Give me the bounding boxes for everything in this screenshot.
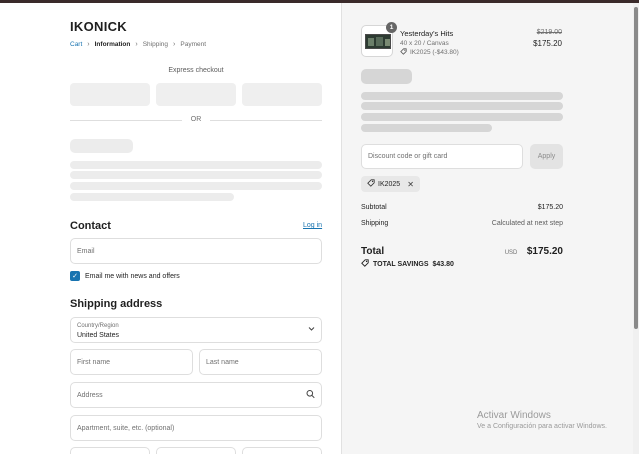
loading-skeleton-line	[70, 171, 322, 179]
loading-skeleton-line	[361, 92, 563, 100]
chevron-down-icon	[308, 327, 315, 334]
savings-value: $43.80	[432, 260, 454, 268]
loading-skeleton-line	[70, 161, 322, 169]
shipping-label: Shipping	[361, 220, 389, 227]
subtotal-value: $175.20	[537, 204, 563, 211]
first-name-placeholder: First name	[77, 358, 111, 366]
chevron-right-icon: ›	[135, 41, 138, 48]
breadcrumb-information: Information	[94, 41, 131, 48]
loading-skeleton-line	[70, 193, 234, 201]
last-name-field[interactable]: Last name	[199, 349, 322, 375]
loading-skeleton-heading	[361, 69, 412, 84]
scrollbar-thumb[interactable]	[634, 7, 638, 329]
country-value: United States	[77, 332, 120, 339]
loading-skeleton-line	[70, 182, 322, 190]
product-discount: IK2025 (-$43.80)	[400, 48, 459, 57]
country-label: Country/Region	[77, 323, 119, 329]
express-pay-button-3[interactable]	[242, 83, 322, 106]
breadcrumb-cart[interactable]: Cart	[70, 41, 82, 48]
shipping-value: Calculated at next step	[491, 220, 563, 227]
total-value: $175.20	[526, 246, 563, 257]
product-final-price: $175.20	[533, 39, 562, 48]
loading-skeleton-line	[361, 102, 563, 110]
quantity-badge: 1	[386, 22, 397, 33]
total-savings: TOTAL SAVINGS $43.80	[361, 259, 454, 269]
or-divider: OR	[70, 116, 322, 126]
apartment-field[interactable]: Apartment, suite, etc. (optional)	[70, 415, 322, 441]
newsletter-label: Email me with news and offers	[85, 272, 180, 280]
express-pay-button-2[interactable]	[156, 83, 236, 106]
product-image	[365, 34, 391, 49]
tag-icon	[367, 179, 375, 189]
remove-code-icon[interactable]: ✕	[407, 180, 414, 189]
login-link[interactable]: Log in	[303, 222, 322, 229]
subtotal-label: Subtotal	[361, 204, 387, 211]
shipping-address-title: Shipping address	[70, 298, 163, 310]
total-label: Total	[361, 246, 385, 257]
contact-title: Contact	[70, 220, 111, 232]
zip-field[interactable]	[242, 447, 322, 454]
divider-line	[210, 120, 322, 121]
tag-icon	[361, 259, 369, 269]
checkout-form-panel: IKONICK Cart › Information › Shipping › …	[0, 3, 341, 454]
shipping-row: Shipping Calculated at next step	[361, 220, 563, 227]
country-select[interactable]: Country/Region United States	[70, 317, 322, 343]
applied-code-text: IK2025	[378, 180, 401, 188]
brand-logo[interactable]: IKONICK	[70, 19, 127, 34]
product-variant: 40 x 20 / Canvas	[400, 40, 449, 47]
watermark-title: Activar Windows	[477, 410, 551, 421]
product-original-price: $219.00	[536, 29, 562, 36]
state-field[interactable]	[156, 447, 236, 454]
email-field[interactable]: Email	[70, 238, 322, 264]
chevron-right-icon: ›	[173, 41, 176, 48]
chevron-right-icon: ›	[87, 41, 90, 48]
loading-skeleton-line	[361, 113, 563, 121]
loading-skeleton-line	[361, 124, 492, 132]
total-row: Total USD $175.20	[361, 241, 563, 259]
product-discount-text: IK2025 (-$43.80)	[410, 49, 459, 56]
breadcrumb-payment: Payment	[180, 41, 207, 48]
newsletter-checkbox-row[interactable]: ✓ Email me with news and offers	[70, 271, 180, 281]
discount-code-input[interactable]: Discount code or gift card	[361, 144, 523, 169]
discount-placeholder: Discount code or gift card	[368, 153, 448, 160]
express-checkout-label: Express checkout	[168, 67, 224, 74]
vertical-scrollbar[interactable]	[633, 3, 639, 454]
watermark-subtitle: Ve a Configuración para activar Windows.	[477, 423, 607, 430]
applied-code-chip: IK2025 ✕	[361, 176, 420, 192]
subtotal-row: Subtotal $175.20	[361, 204, 563, 211]
windows-activation-watermark: Activar Windows Ve a Configuración para …	[477, 410, 607, 430]
order-summary-panel: 1 Yesterday's Hits 40 x 20 / Canvas IK20…	[341, 3, 633, 454]
address-placeholder: Address	[77, 391, 103, 399]
savings-label: TOTAL SAVINGS	[373, 260, 429, 268]
breadcrumb: Cart › Information › Shipping › Payment	[70, 41, 206, 48]
city-field[interactable]	[70, 447, 150, 454]
address-field[interactable]: Address	[70, 382, 322, 408]
express-pay-button-1[interactable]	[70, 83, 150, 106]
first-name-field[interactable]: First name	[70, 349, 193, 375]
loading-skeleton-heading	[70, 139, 133, 153]
apartment-placeholder: Apartment, suite, etc. (optional)	[77, 424, 175, 432]
product-name: Yesterday's Hits	[400, 29, 454, 38]
tag-icon	[400, 48, 407, 57]
total-currency: USD	[504, 250, 518, 256]
apply-button[interactable]: Apply	[530, 144, 563, 169]
search-icon[interactable]	[306, 390, 315, 401]
email-placeholder: Email	[77, 247, 95, 255]
last-name-placeholder: Last name	[206, 358, 239, 366]
breadcrumb-shipping: Shipping	[142, 41, 169, 48]
checkbox-checked-icon[interactable]: ✓	[70, 271, 80, 281]
